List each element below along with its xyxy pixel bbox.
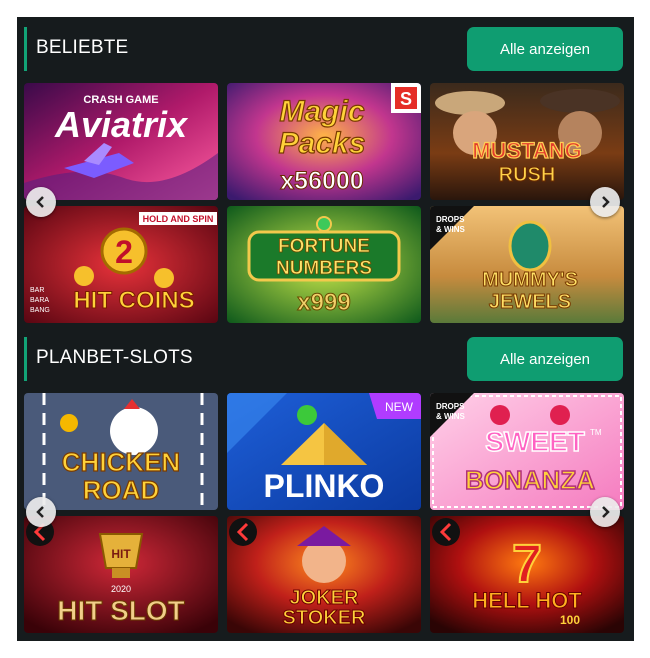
section-title: PLANBET-SLOTS [36, 347, 193, 368]
carousel-prev-button[interactable] [26, 187, 56, 217]
chevron-right-icon [602, 506, 610, 518]
tile-title-line1: SWEET [485, 426, 585, 457]
tile-multiplier: x56000 [280, 167, 363, 195]
provider-badge: S [400, 89, 412, 109]
drops-wins-badge: DROPS [436, 402, 465, 411]
show-all-button[interactable]: Alle anzeigen [467, 337, 623, 381]
game-art: MUSTANG RUSH [430, 83, 624, 200]
tile-title-line1: JOKER [290, 587, 359, 609]
tile-title-line2: BONANZA [465, 465, 595, 495]
games-grid: CHICKEN ROAD PLINKO NEW DROPS & WINS SWE… [24, 393, 624, 635]
drops-wins-badge: & WINS [436, 225, 466, 234]
trademark-text: TM [590, 428, 602, 437]
tile-title-line1: MUMMY'S [482, 269, 578, 291]
drops-wins-badge: DROPS [436, 215, 465, 224]
game-tile-joker-stoker[interactable]: JOKER STOKER [227, 516, 421, 633]
provider-text: BANG [30, 307, 50, 314]
chevron-right-icon [602, 196, 610, 208]
show-all-button[interactable]: Alle anzeigen [467, 27, 623, 71]
tile-year: 2020 [111, 584, 131, 594]
game-art: HOLD AND SPIN 2 HIT COINS BAR BARA BANG [24, 206, 218, 323]
drops-wins-badge: & WINS [436, 412, 466, 421]
carousel-next-button[interactable] [590, 187, 620, 217]
game-tile-plinko[interactable]: PLINKO NEW [227, 393, 421, 510]
section-header: BELIEBTE Alle anzeigen [17, 17, 634, 83]
game-art: DROPS & WINS SWEET TM BONANZA [430, 393, 624, 510]
chevron-left-icon [36, 506, 44, 518]
tile-label: HOLD AND SPIN [143, 214, 214, 224]
tile-title: HIT SLOT [57, 595, 185, 626]
tile-title-line2: RUSH [499, 164, 556, 186]
game-tile-hit-coins[interactable]: HOLD AND SPIN 2 HIT COINS BAR BARA BANG [24, 206, 218, 323]
tile-title: HIT COINS [73, 287, 194, 314]
game-art: PLINKO NEW [227, 393, 421, 510]
provider-text: BARA [30, 297, 49, 304]
tile-title-line1: MUSTANG [472, 138, 582, 163]
section-header: PLANBET-SLOTS Alle anzeigen [17, 327, 634, 393]
section-title: BELIEBTE [36, 37, 129, 58]
tile-number: 2 [115, 234, 133, 270]
section-accent-bar [24, 27, 27, 71]
tile-title: Aviatrix [54, 104, 189, 145]
tile-multiplier: x999 [297, 289, 350, 316]
game-art: HIT 2020 HIT SLOT [24, 516, 218, 633]
tile-number: 7 [512, 534, 542, 594]
tile-title-line2: JEWELS [489, 291, 571, 313]
tile-title-line1: FORTUNE [278, 236, 370, 257]
game-art: 7 HELL HOT 100 [430, 516, 624, 633]
game-art: CHICKEN ROAD [24, 393, 218, 510]
tile-title-line1: Magic [279, 95, 364, 128]
game-tile-fortune-numbers[interactable]: FORTUNE NUMBERS x999 [227, 206, 421, 323]
casino-panel: BELIEBTE Alle anzeigen CRASH GAME Aviatr… [17, 17, 634, 641]
game-art: Magic Packs x56000 S [227, 83, 421, 200]
tile-top-text: HIT [111, 547, 131, 561]
tile-title-line1: CHICKEN [62, 447, 180, 477]
tile-title-line2: 100 [560, 613, 580, 627]
chevron-left-icon [36, 196, 44, 208]
section-accent-bar [24, 337, 27, 381]
tile-title: PLINKO [264, 468, 385, 504]
game-tile-sweet-bonanza[interactable]: DROPS & WINS SWEET TM BONANZA [430, 393, 624, 510]
tile-title-line2: NUMBERS [276, 258, 372, 279]
game-art: CRASH GAME Aviatrix [24, 83, 218, 200]
tile-title-line1: HELL HOT [472, 588, 582, 613]
game-tile-aviatrix[interactable]: CRASH GAME Aviatrix [24, 83, 218, 200]
game-tile-magic-packs[interactable]: Magic Packs x56000 S [227, 83, 421, 200]
game-tile-mustang-rush[interactable]: MUSTANG RUSH [430, 83, 624, 200]
tile-title-line2: Packs [279, 127, 366, 160]
carousel-prev-button[interactable] [26, 497, 56, 527]
tile-title-line2: ROAD [83, 475, 160, 505]
game-art: DROPS & WINS MUMMY'S JEWELS [430, 206, 624, 323]
provider-text: BAR [30, 287, 44, 294]
game-tile-hell-hot-100[interactable]: 7 HELL HOT 100 [430, 516, 624, 633]
new-badge: NEW [385, 400, 414, 414]
game-art: FORTUNE NUMBERS x999 [227, 206, 421, 323]
tile-title-line2: STOKER [283, 607, 367, 629]
carousel-next-button[interactable] [590, 497, 620, 527]
game-tile-hit-slot[interactable]: HIT 2020 HIT SLOT [24, 516, 218, 633]
games-grid: CRASH GAME Aviatrix Magic Packs x56000 S… [24, 83, 624, 325]
game-tile-mummys-jewels[interactable]: DROPS & WINS MUMMY'S JEWELS [430, 206, 624, 323]
game-tile-chicken-road[interactable]: CHICKEN ROAD [24, 393, 218, 510]
game-art: JOKER STOKER [227, 516, 421, 633]
